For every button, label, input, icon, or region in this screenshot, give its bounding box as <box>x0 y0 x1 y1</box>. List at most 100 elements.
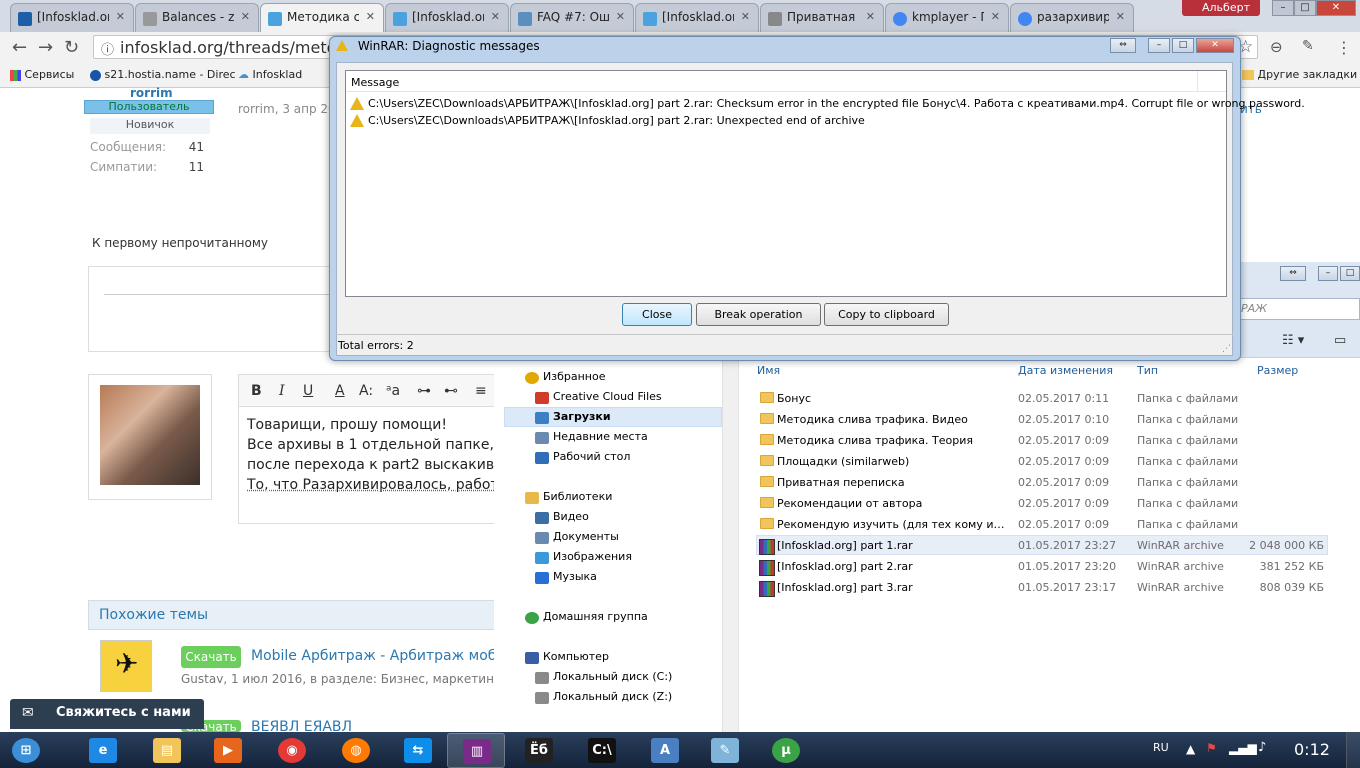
tab-3[interactable]: [Infosklad.or ✕ <box>385 3 509 32</box>
tab-6[interactable]: Приватная п ✕ <box>760 3 884 32</box>
extension-pen-icon[interactable]: ✎ <box>1302 38 1314 54</box>
file-row[interactable]: Приватная переписка 02.05.2017 0:09 Папка … <box>756 472 1328 492</box>
tab-close-icon[interactable]: ✕ <box>616 10 625 23</box>
profile-button[interactable]: Альберт <box>1182 0 1260 16</box>
nav-item[interactable]: Рабочий стол <box>553 450 630 463</box>
taskbar-button[interactable]: ▥ <box>447 733 505 768</box>
tab-close-icon[interactable]: ✕ <box>241 10 250 23</box>
avatar[interactable] <box>88 374 212 500</box>
thread-thumbnail[interactable]: ✈ <box>100 640 152 692</box>
nav-item[interactable]: Локальный диск (Z:) <box>553 690 672 703</box>
dialog-maximize-button[interactable]: □ <box>1172 38 1194 53</box>
taskbar-button[interactable]: ▶ <box>199 733 257 768</box>
file-row[interactable]: Площадки (similarweb) 02.05.2017 0:09 Папк… <box>756 451 1328 471</box>
file-row[interactable]: [Infosklad.org] part 1.rar 01.05.2017 23:… <box>756 535 1328 555</box>
taskbar-button[interactable]: ⊞ <box>0 733 52 768</box>
other-bookmarks[interactable]: Другие закладки <box>1242 68 1357 81</box>
file-row[interactable]: Методика слива трафика. Теория 02.05.2017… <box>756 430 1328 450</box>
thread-title-link[interactable]: Mobile Арбитраж - Арбитраж мобильн <box>251 648 532 664</box>
resize-grip-icon[interactable]: ⋰ <box>1222 344 1231 354</box>
download-button[interactable]: Скачать <box>181 646 241 668</box>
message-row[interactable]: C:\Users\ZEC\Downloads\АРБИТРАЖ\[Infoskl… <box>368 97 1305 110</box>
nav-item[interactable]: Компьютер <box>543 650 609 663</box>
close-button[interactable]: Close <box>622 303 692 326</box>
explorer-search-input[interactable]: РАЖ <box>1236 298 1360 320</box>
show-desktop-button[interactable] <box>1346 732 1360 768</box>
tab-2[interactable]: Методика сл ✕ <box>260 3 384 32</box>
nav-item[interactable]: Домашняя группа <box>543 610 648 623</box>
nav-item[interactable]: Недавние места <box>553 430 648 443</box>
tab-close-icon[interactable]: ✕ <box>491 10 500 23</box>
minimize-button[interactable]: – <box>1272 0 1294 16</box>
bold-icon[interactable]: B <box>251 383 262 399</box>
break-operation-button[interactable]: Break operation <box>696 303 821 326</box>
nav-item[interactable]: Документы <box>553 530 619 543</box>
view-options-icon[interactable]: ☷ ▾ <box>1282 333 1304 348</box>
tab-close-icon[interactable]: ✕ <box>1116 10 1125 23</box>
tray-flag-icon[interactable]: ⚑ <box>1206 741 1217 755</box>
bookmark-s21[interactable]: s21.hostia.name - Direc <box>90 68 236 81</box>
reload-icon[interactable]: ↻ <box>64 37 79 58</box>
link-icon[interactable]: ⊶ <box>417 383 431 399</box>
extension-icon[interactable]: ⊖ <box>1270 38 1283 56</box>
nav-item[interactable]: Creative Cloud Files <box>553 390 662 403</box>
contact-us-button[interactable]: ✉ Свяжитесь с нами <box>10 699 204 729</box>
close-window-button[interactable]: ✕ <box>1316 0 1356 16</box>
volume-icon[interactable]: ♪ <box>1258 740 1266 755</box>
message-row[interactable]: C:\Users\ZEC\Downloads\АРБИТРАЖ\[Infoskl… <box>368 114 865 127</box>
tab-close-icon[interactable]: ✕ <box>866 10 875 23</box>
column-type[interactable]: Тип <box>1137 364 1158 377</box>
taskbar-button[interactable]: ▤ <box>138 733 196 768</box>
file-row[interactable]: Методика слива трафика. Видео 02.05.2017 … <box>756 409 1328 429</box>
nav-item[interactable]: Избранное <box>543 370 605 383</box>
font-color-icon[interactable]: A <box>335 383 345 399</box>
nav-item[interactable]: Изображения <box>553 550 632 563</box>
taskbar-button[interactable]: e <box>74 733 132 768</box>
explorer-restore-button[interactable]: ⇔ <box>1280 266 1306 281</box>
underline-icon[interactable]: U <box>303 383 313 399</box>
file-row[interactable]: Рекомендации от автора 02.05.2017 0:09 Пап… <box>756 493 1328 513</box>
back-icon[interactable]: ← <box>12 37 27 58</box>
taskbar-button[interactable]: ◉ <box>263 733 321 768</box>
user-name[interactable]: rorrim <box>130 86 173 100</box>
tab-close-icon[interactable]: ✕ <box>366 10 375 23</box>
apps-icon[interactable]: Сервисы <box>10 68 74 81</box>
italic-icon[interactable]: I <box>279 383 285 399</box>
post-meta[interactable]: rorrim, 3 апр 20 <box>238 102 336 116</box>
nav-item[interactable]: Видео <box>553 510 589 523</box>
tab-4[interactable]: FAQ #7: Ош ✕ <box>510 3 634 32</box>
nav-item[interactable]: Локальный диск (C:) <box>553 670 672 683</box>
nav-item[interactable]: Музыка <box>553 570 597 583</box>
font-family-icon[interactable]: ᵃa <box>386 383 400 399</box>
taskbar-button[interactable]: ◍ <box>327 733 385 768</box>
column-name[interactable]: Имя <box>757 364 780 377</box>
font-size-icon[interactable]: A: <box>359 383 373 399</box>
explorer-maximize-button[interactable]: □ <box>1340 266 1360 281</box>
taskbar-button[interactable]: ✎ <box>696 733 754 768</box>
language-indicator[interactable]: RU <box>1153 741 1169 754</box>
taskbar-button[interactable]: C:\ <box>573 733 631 768</box>
tab-7[interactable]: kmplayer - П ✕ <box>885 3 1009 32</box>
tray-expand-icon[interactable]: ▲ <box>1186 742 1195 756</box>
menu-icon[interactable]: ⋮ <box>1336 38 1352 57</box>
tab-1[interactable]: Balances - zo ✕ <box>135 3 259 32</box>
dialog-restore-button[interactable]: ⇔ <box>1110 38 1136 53</box>
taskbar-button[interactable]: ⇆ <box>389 733 447 768</box>
file-row[interactable]: Рекомендую изучить (для тех кому интер..… <box>756 514 1328 534</box>
taskbar-button[interactable]: A <box>636 733 694 768</box>
file-row[interactable]: [Infosklad.org] part 3.rar 01.05.2017 23:… <box>756 577 1328 597</box>
maximize-button[interactable]: □ <box>1294 0 1316 16</box>
tab-8[interactable]: разархивир ✕ <box>1010 3 1134 32</box>
align-icon[interactable]: ≡ <box>475 383 487 399</box>
network-icon[interactable]: ▂▄▆ <box>1229 741 1257 755</box>
thread-title-link[interactable]: ВЕЯВЛ ЕЯАВЛ <box>251 719 352 732</box>
first-unread-link[interactable]: К первому непрочитанному <box>92 236 268 250</box>
forward-icon[interactable]: → <box>38 37 53 58</box>
taskbar-button[interactable]: µ <box>757 733 815 768</box>
unlink-icon[interactable]: ⊷ <box>444 383 458 399</box>
tab-close-icon[interactable]: ✕ <box>741 10 750 23</box>
tab-0[interactable]: [Infosklad.or ✕ <box>10 3 134 32</box>
dialog-close-button[interactable]: ✕ <box>1196 38 1234 53</box>
nav-item[interactable]: Загрузки <box>553 410 611 423</box>
tab-close-icon[interactable]: ✕ <box>116 10 125 23</box>
